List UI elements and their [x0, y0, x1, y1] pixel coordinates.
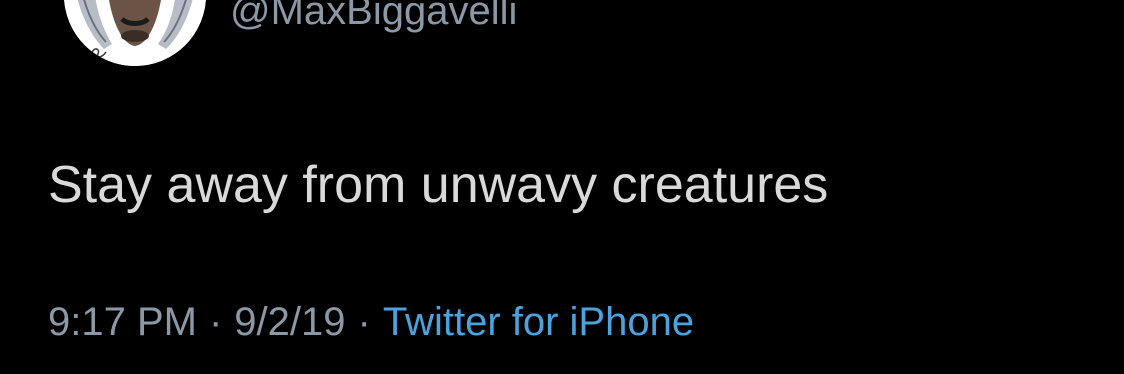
- tweet-detail: @MaxBiggavelli Stay away from unwavy cre…: [0, 0, 1124, 374]
- tweet-text: Stay away from unwavy creatures: [48, 156, 829, 214]
- tweet-source-link[interactable]: Twitter for iPhone: [383, 300, 694, 344]
- tweet-meta: 9:17 PM · 9/2/19 · Twitter for iPhone: [48, 297, 694, 347]
- avatar[interactable]: [64, 0, 206, 66]
- meta-separator: ·: [208, 300, 223, 344]
- tweet-date[interactable]: 9/2/19: [234, 300, 345, 344]
- user-handle[interactable]: @MaxBiggavelli: [230, 0, 517, 36]
- meta-separator: ·: [357, 300, 371, 344]
- tweet-time[interactable]: 9:17 PM: [48, 300, 197, 344]
- avatar-portrait-icon: [64, 0, 206, 66]
